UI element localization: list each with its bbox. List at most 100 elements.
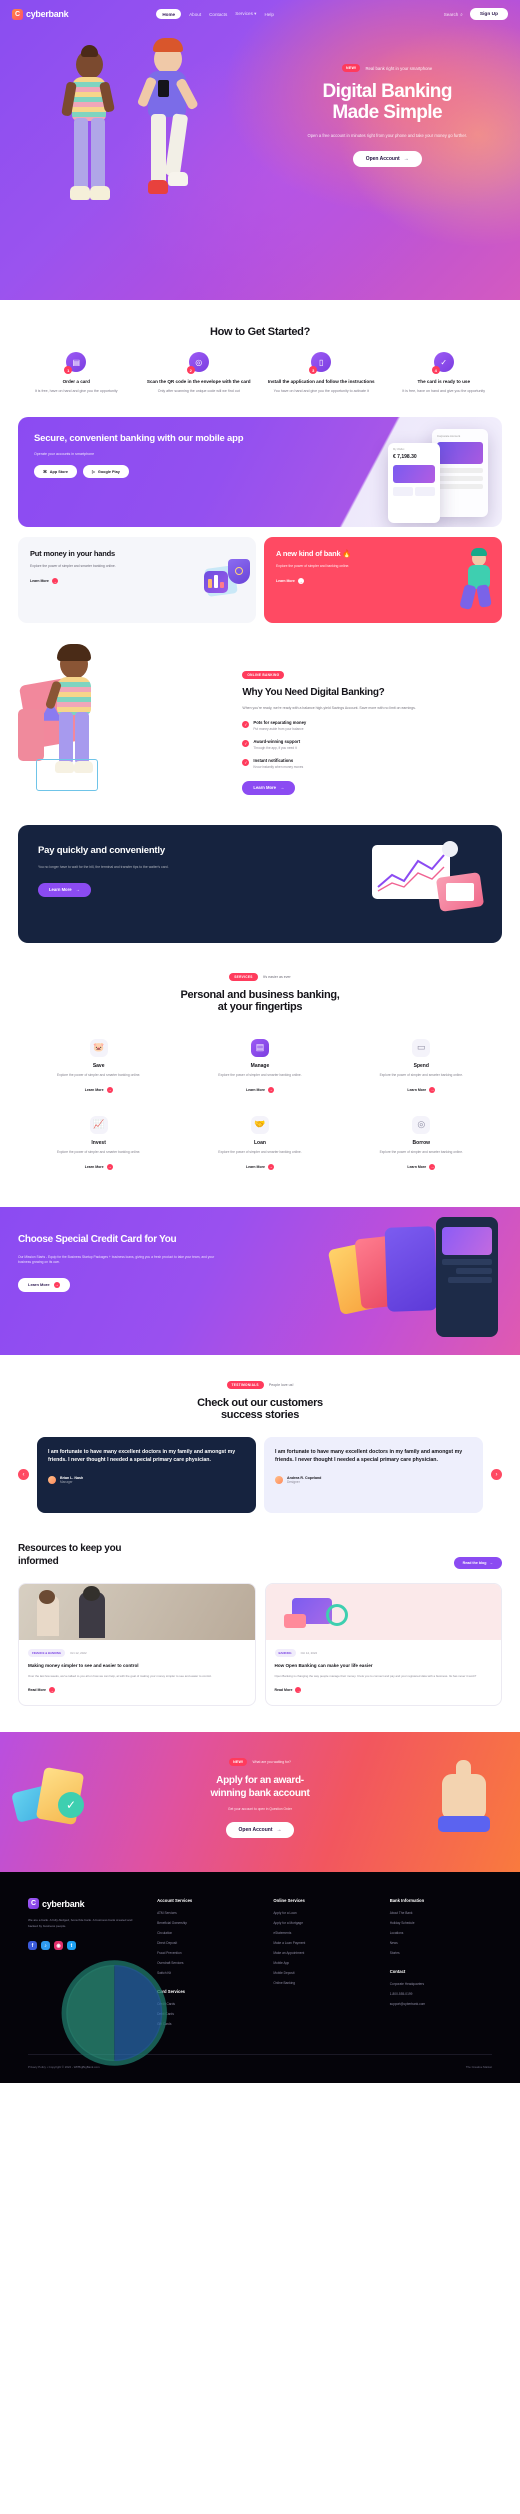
app-store-button[interactable]: ⌘ App Store [34, 465, 77, 479]
credit-card-learn-more-button[interactable]: Learn More → [18, 1277, 70, 1292]
arrow-right-icon: → [51, 578, 58, 585]
arrow-right-icon: → [267, 1086, 274, 1093]
footer-link[interactable]: Mobile App [273, 1961, 375, 1965]
footer-link[interactable]: Gift Cards [157, 2022, 259, 2026]
chevron-right-icon[interactable]: › [491, 1469, 502, 1481]
footer-link[interactable]: Credit Cards [157, 2002, 259, 2006]
footer-logo[interactable]: C cyberbank [28, 1898, 143, 1910]
testimonial-author: Brian L. Nash Manager [48, 1476, 245, 1485]
top-navbar: C cyberbank Home About Contacts Services… [0, 0, 520, 28]
brand-logo[interactable]: C cyberbank [12, 8, 69, 20]
thumbs-up-illustration [426, 1760, 504, 1846]
pay-quickly-card: Pay quickly and conveniently You no long… [18, 824, 502, 943]
blog-post-card[interactable]: FINANCE & BANKING Oct 12, 2022 Making mo… [18, 1582, 256, 1707]
twitter-icon[interactable]: t [67, 1941, 76, 1951]
service-item-manage[interactable]: ▤ Manage Explore the power of simpler an… [179, 1029, 340, 1106]
footer-link[interactable]: Make an Appointment [273, 1951, 375, 1955]
footer-link[interactable]: Corporate Headquarters [390, 1982, 492, 1986]
service-learn-more[interactable]: Learn More → [246, 1163, 274, 1170]
footer-link[interactable]: About The Bank [390, 1911, 492, 1915]
footer-link[interactable]: support@cyberbank.com [390, 2002, 492, 2006]
service-item-loan[interactable]: 🤝 Loan Explore the power of simpler and … [179, 1106, 340, 1183]
service-learn-more[interactable]: Learn More → [407, 1163, 436, 1170]
facebook-icon[interactable]: f [28, 1941, 37, 1951]
service-item-invest[interactable]: 📈 Invest Explore the power of simpler an… [18, 1106, 179, 1183]
footer-link[interactable]: Circulation [157, 1931, 259, 1935]
cta-tag-text: What are you waiting for? [252, 1760, 291, 1765]
new-bank-desc: Explore the power of simpler and banking… [276, 564, 350, 569]
post-read-more[interactable]: Read More → [28, 1687, 55, 1694]
service-learn-more[interactable]: Learn More → [85, 1086, 113, 1093]
mock-balance: € 7,198.30 [393, 453, 417, 460]
step-item: ✓ 4 The card is ready to use It is free,… [386, 352, 503, 395]
cta-tag: NEW! [229, 1758, 248, 1767]
footer-link[interactable]: Stories [390, 1951, 492, 1955]
nav-item-home[interactable]: Home [156, 9, 182, 19]
step-number: 1 [64, 366, 73, 374]
nav-item-contacts[interactable]: Contacts [209, 12, 227, 17]
footer-link[interactable]: Apply for a Mortgage [273, 1921, 375, 1925]
pay-card-learn-more-button[interactable]: Learn More → [38, 882, 91, 897]
chevron-left-icon[interactable]: ‹ [18, 1469, 29, 1481]
footer-link[interactable]: News [390, 1941, 492, 1945]
app-card-title: Secure, convenient banking with our mobi… [34, 432, 244, 444]
footer-link[interactable]: eStatements [273, 1931, 375, 1935]
footer-link[interactable]: Mobile Deposit [273, 1971, 375, 1975]
footer-link[interactable]: Fraud Prevention [157, 1951, 259, 1955]
read-blog-button[interactable]: Read the blog → [453, 1556, 502, 1569]
footer-link[interactable]: Overdraft Services [157, 1961, 259, 1965]
nav-item-services-label: Services [235, 11, 253, 16]
cta-open-account-button[interactable]: Open Account → [225, 1822, 295, 1839]
service-learn-more[interactable]: Learn More → [85, 1163, 113, 1170]
mobile-app-section: Secure, convenient banking with our mobi… [0, 416, 520, 527]
footer-link[interactable]: Locations [390, 1931, 492, 1935]
calculator-icon: ▤ [250, 1038, 269, 1057]
blog-post-card[interactable]: BANKING Oct 12, 2022 How Open Banking ca… [264, 1582, 502, 1707]
footer-column-online-services: Online Services Apply for a Loan Apply f… [273, 1898, 375, 2032]
service-item-spend[interactable]: ▭ Spend Explore the power of simpler and… [341, 1029, 502, 1106]
footer-link[interactable]: ATM Services [157, 1911, 259, 1915]
footer-link[interactable]: Switch Kit [157, 1971, 259, 1975]
footer-link[interactable]: Make a Loan Payment [273, 1941, 375, 1945]
tiktok-icon[interactable]: ♪ [41, 1941, 50, 1951]
step-title: The card is ready to use [417, 379, 471, 384]
new-bank-learn-more[interactable]: Learn More → [276, 578, 304, 585]
why-learn-more-button[interactable]: Learn More → [242, 780, 296, 795]
signup-button[interactable]: Sign Up [469, 8, 508, 20]
footer-link[interactable]: Direct Deposit [157, 1941, 259, 1945]
service-item-save[interactable]: 🐷 Save Explore the power of simpler and … [18, 1029, 179, 1106]
footer-link[interactable]: Debit Cards [157, 2012, 259, 2016]
person-illustration [456, 547, 500, 611]
services-header: SERVICES It's easier as ever Personal an… [18, 972, 502, 1013]
cta-cards-illustration: ✓ [11, 1758, 104, 1848]
check-circle-icon: ✓ 4 [431, 352, 454, 374]
nav-item-services[interactable]: Services ▾ [235, 11, 256, 17]
put-money-learn-more[interactable]: Learn More → [30, 578, 58, 585]
service-item-borrow[interactable]: ◎ Borrow Explore the power of simpler an… [341, 1106, 502, 1183]
footer-link[interactable]: Online Banking [273, 1981, 375, 1985]
post-read-more[interactable]: Read More → [275, 1687, 302, 1694]
footer-heading: Account Services [157, 1898, 193, 1904]
hero-content: NEW! Real bank right in your smartphone … [0, 28, 520, 300]
footer-link[interactable]: Apply for a Loan [273, 1911, 375, 1915]
nav-item-help[interactable]: Help [264, 12, 273, 17]
post-body: BANKING Oct 12, 2022 How Open Banking ca… [266, 1640, 502, 1706]
footer-link[interactable]: Holiday Schedule [390, 1921, 492, 1925]
mock-card-label: Corporate Account [437, 433, 461, 438]
learn-label: Learn More [30, 579, 49, 584]
post-title: Making money simpler to see and easier t… [28, 1662, 139, 1668]
google-play-button[interactable]: ▷ Google Play [82, 465, 129, 479]
credit-card-icon: ▤ 1 [64, 352, 87, 374]
footer-link[interactable]: 1-800-555-0199 [390, 1992, 492, 1996]
instagram-icon[interactable]: ◉ [54, 1941, 63, 1951]
duo-cards: Put money in your hands Explore the powe… [18, 536, 502, 623]
search-button[interactable]: Search ⌕ [444, 12, 463, 17]
nav-item-about[interactable]: About [189, 12, 201, 17]
testimonial-role: Manager [60, 1480, 73, 1485]
footer-link[interactable]: Beneficial Ownership [157, 1921, 259, 1925]
service-learn-more[interactable]: Learn More → [246, 1086, 274, 1093]
service-learn-more[interactable]: Learn More → [407, 1086, 436, 1093]
hero-open-account-button[interactable]: Open Account → [352, 150, 422, 167]
footer-social-links: f ♪ ◉ t [28, 1941, 143, 1951]
arrow-right-icon: → [403, 155, 409, 162]
